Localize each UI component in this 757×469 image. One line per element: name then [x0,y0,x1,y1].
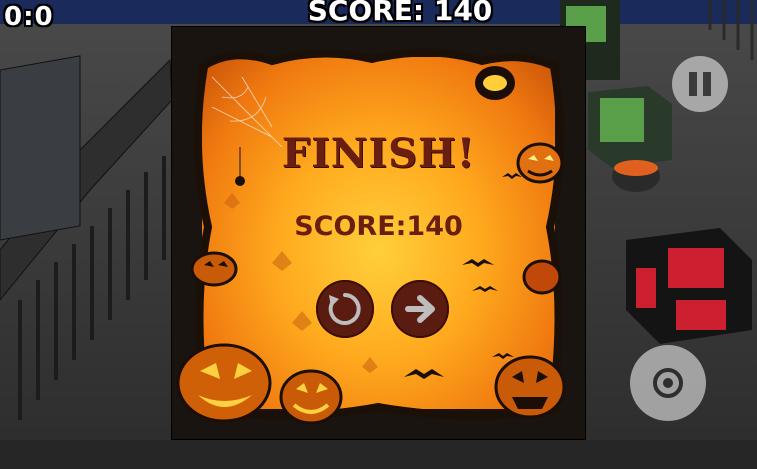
timer-display: 0:0 [4,2,54,32]
next-button[interactable] [391,280,449,338]
hud-score: SCORE: 140 [307,0,493,27]
bat-icons [404,173,522,379]
final-score: SCORE:140 [294,211,463,242]
pause-icon [689,72,711,96]
pumpkin-icon-right-middle [522,259,562,295]
pumpkin-icon-bottom-right [494,355,566,419]
joystick-icon [653,368,683,398]
pumpkin-icon-top-right [475,66,515,100]
pause-button[interactable] [672,56,728,112]
finish-title: FINISH! [281,130,476,177]
pumpkin-icon-bottom-center [279,369,343,425]
finish-popup: FINISH! SCORE:140 [172,27,585,439]
arrow-right-icon [405,295,435,323]
restart-icon [328,293,361,325]
joystick-button[interactable] [630,345,706,421]
pumpkin-icon-left [190,251,238,287]
pumpkin-icon-bottom-left [176,343,272,423]
restart-button[interactable] [316,280,374,338]
